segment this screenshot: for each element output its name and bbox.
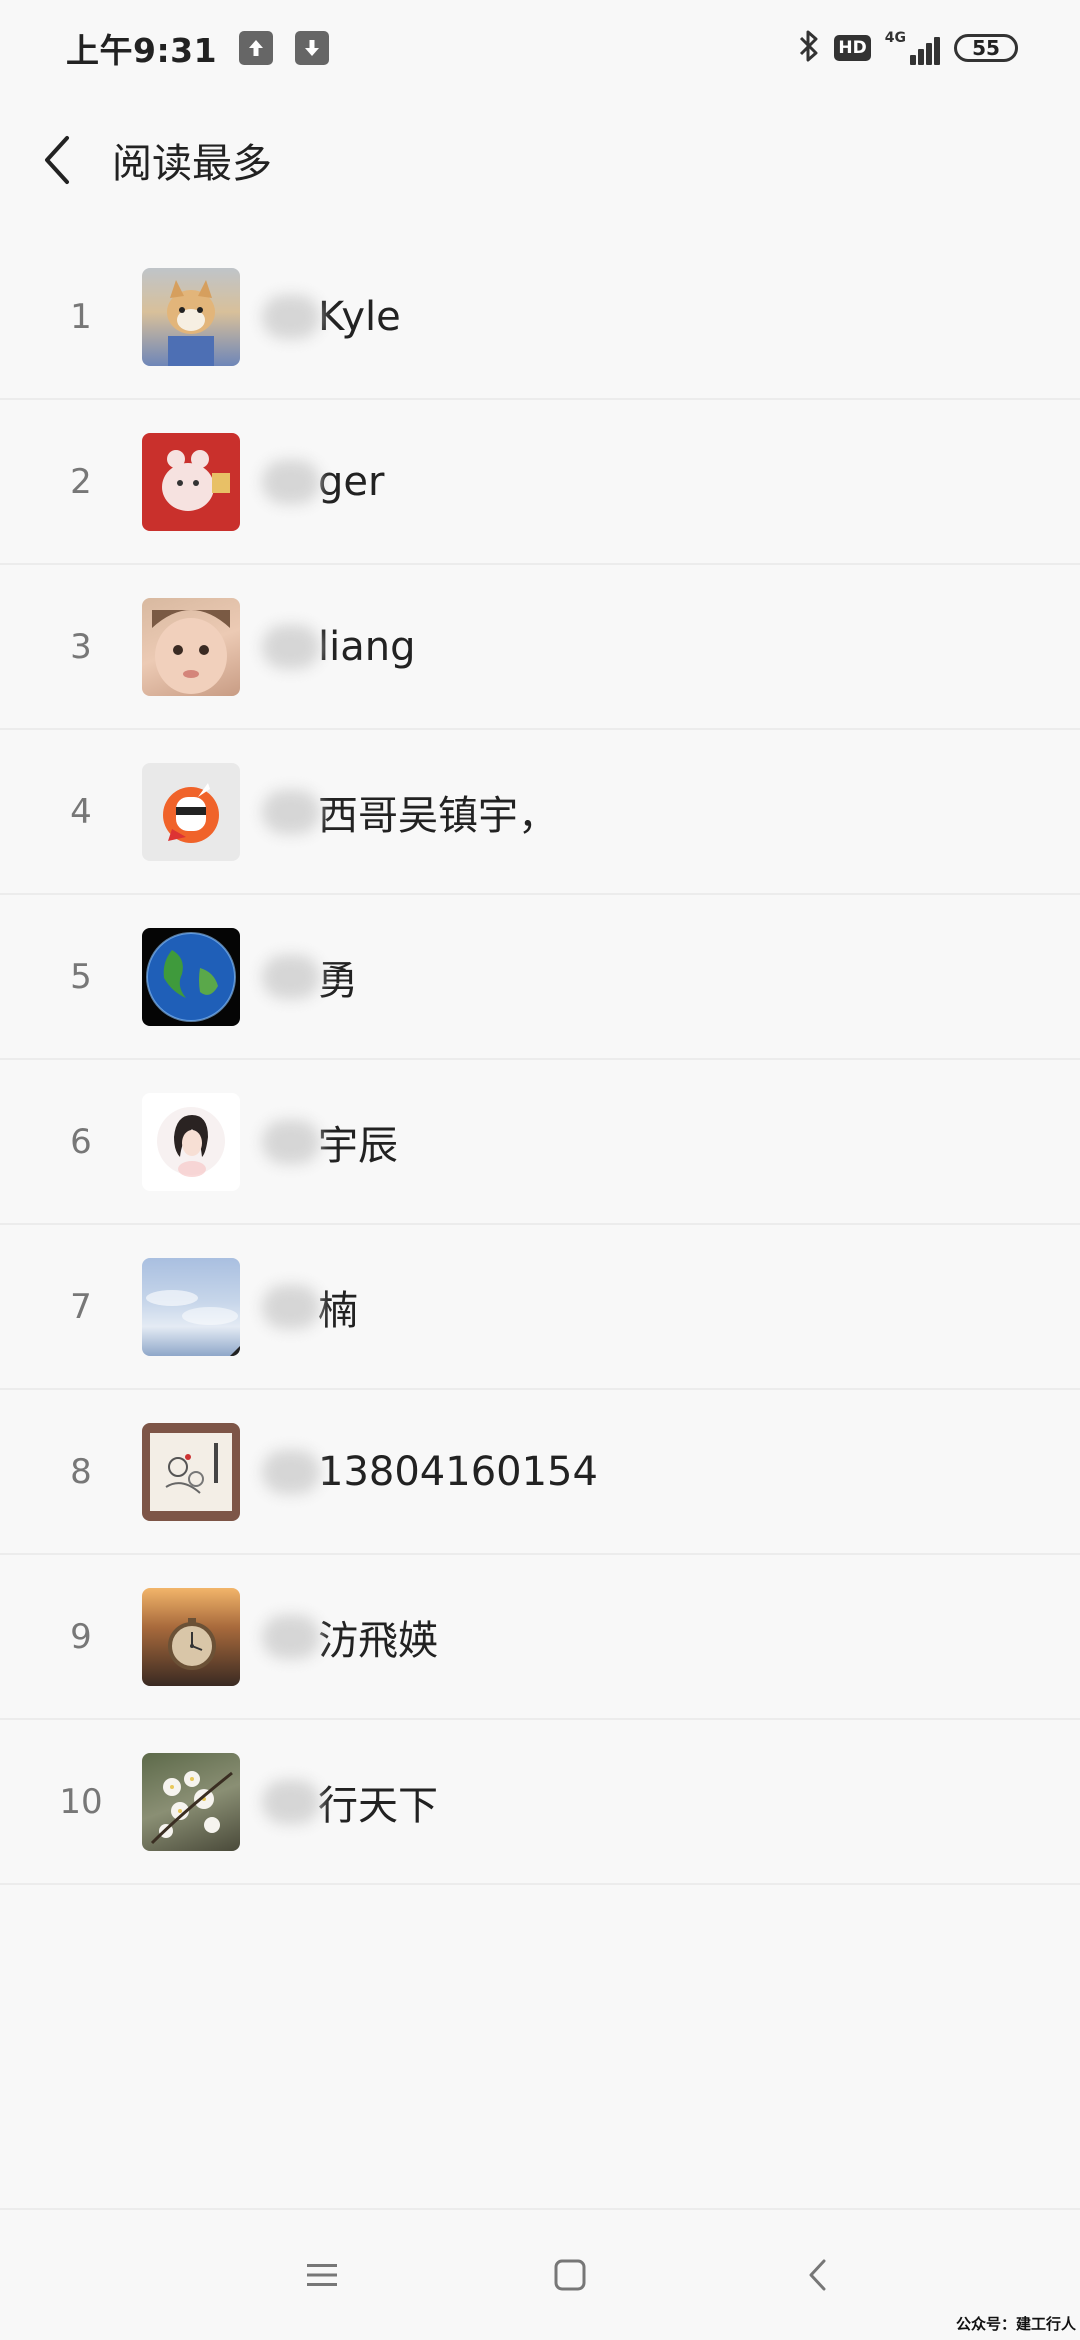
list-item[interactable]: 10 行天下 xyxy=(0,1720,1080,1885)
reader-name: Kyle xyxy=(318,293,401,340)
bluetooth-icon xyxy=(798,29,820,67)
rank-number: 4 xyxy=(70,791,92,832)
rank-number: 3 xyxy=(70,626,92,667)
back-button[interactable] xyxy=(22,125,92,195)
avatar xyxy=(142,267,240,366)
nav-back-button[interactable] xyxy=(796,2253,840,2297)
reader-list: 1 Kyle 2 ger 3 liang 4 西哥吴镇宇， 5 勇 6 宇辰 7… xyxy=(0,235,1080,1885)
chevron-left-icon xyxy=(809,2259,826,2291)
list-item[interactable]: 1 Kyle xyxy=(0,235,1080,400)
list-item[interactable]: 4 西哥吴镇宇， xyxy=(0,730,1080,895)
blurred-name-prefix xyxy=(262,1614,320,1659)
reader-name: 行天下 xyxy=(318,1782,438,1829)
page-title: 阅读最多 xyxy=(112,141,272,187)
rank-number: 7 xyxy=(70,1286,92,1327)
list-item[interactable]: 5 勇 xyxy=(0,895,1080,1060)
avatar xyxy=(142,1092,240,1191)
blurred-name-prefix xyxy=(262,624,320,669)
download-arrow-icon xyxy=(295,31,330,65)
blurred-name-prefix xyxy=(262,1779,320,1824)
watermark: 公众号：建工行人 xyxy=(955,2315,1076,2333)
hd-badge: HD xyxy=(834,35,871,61)
status-bar: 上午9:31 HD 4G 55 xyxy=(0,0,1080,96)
reader-name: 13804160154 xyxy=(318,1448,598,1495)
battery-indicator: 55 xyxy=(954,34,1018,62)
rank-number: 9 xyxy=(70,1616,92,1657)
system-nav-bar xyxy=(0,2208,1080,2340)
reader-name: 汸飛媖 xyxy=(318,1617,438,1664)
blurred-name-prefix xyxy=(262,1449,320,1494)
blurred-name-prefix xyxy=(262,459,320,504)
network-type: 4G xyxy=(884,30,906,46)
reader-name: liang xyxy=(318,623,416,670)
avatar xyxy=(142,927,240,1026)
rank-number: 6 xyxy=(70,1121,92,1162)
blurred-name-prefix xyxy=(262,1119,320,1164)
list-item[interactable]: 7 楠 xyxy=(0,1225,1080,1390)
reader-name: 楠 xyxy=(318,1287,358,1334)
chevron-left-icon xyxy=(45,136,69,184)
avatar xyxy=(142,1752,240,1851)
blurred-name-prefix xyxy=(262,1284,320,1329)
home-button[interactable] xyxy=(548,2253,592,2297)
list-item[interactable]: 8 13804160154 xyxy=(0,1390,1080,1555)
signal-icon: 4G xyxy=(885,31,940,65)
blurred-name-prefix xyxy=(262,294,320,339)
list-item[interactable]: 9 汸飛媖 xyxy=(0,1555,1080,1720)
avatar xyxy=(142,1422,240,1521)
avatar xyxy=(142,1587,240,1686)
list-item[interactable]: 2 ger xyxy=(0,400,1080,565)
menu-button[interactable] xyxy=(300,2253,344,2297)
list-item[interactable]: 6 宇辰 xyxy=(0,1060,1080,1225)
status-time: 上午9:31 xyxy=(66,31,218,70)
rank-number: 2 xyxy=(70,461,92,502)
hamburger-icon xyxy=(307,2264,337,2286)
reader-name: 宇辰 xyxy=(318,1122,398,1169)
rank-number: 5 xyxy=(70,956,92,997)
reader-name: ger xyxy=(318,458,385,505)
rank-number: 8 xyxy=(70,1451,92,1492)
square-home-icon xyxy=(554,2259,586,2291)
reader-name: 西哥吴镇宇， xyxy=(318,792,558,839)
upload-arrow-icon xyxy=(239,31,274,65)
avatar xyxy=(142,1257,240,1356)
rank-number: 10 xyxy=(59,1781,103,1822)
page-header: 阅读最多 xyxy=(0,110,1080,210)
blurred-name-prefix xyxy=(262,789,320,834)
avatar xyxy=(142,597,240,696)
reader-name: 勇 xyxy=(318,957,358,1004)
blurred-name-prefix xyxy=(262,954,320,999)
avatar xyxy=(142,762,240,861)
rank-number: 1 xyxy=(70,296,92,337)
avatar xyxy=(142,432,240,531)
list-item[interactable]: 3 liang xyxy=(0,565,1080,730)
